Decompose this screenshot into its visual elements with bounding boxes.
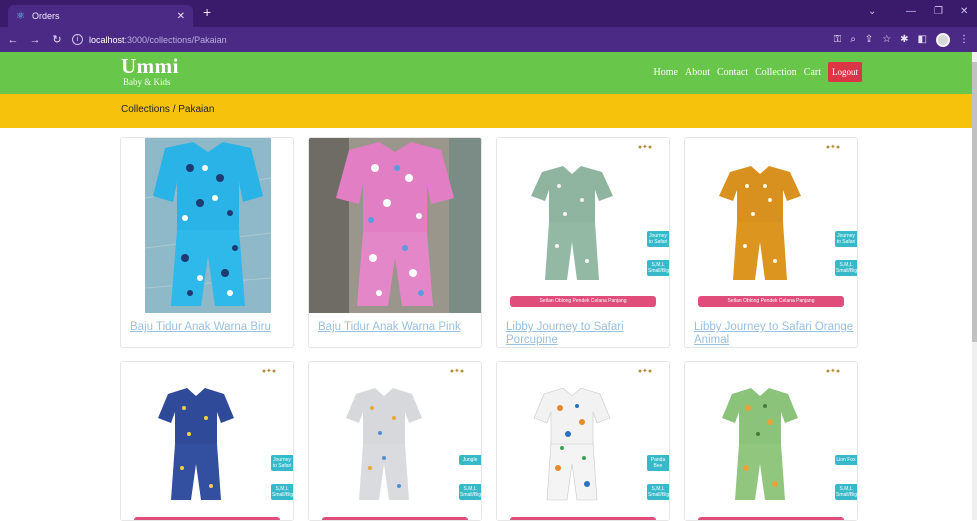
product-title-link[interactable]: Baju Tidur Anak Warna Pink (318, 321, 461, 334)
tab-search-icon[interactable]: ⌄ (868, 6, 876, 17)
profile-avatar[interactable] (936, 32, 950, 47)
product-ribbon (510, 517, 656, 520)
reload-icon[interactable]: ↻ (48, 33, 66, 46)
product-ribbon (698, 517, 844, 520)
url-host: localhost (89, 34, 125, 45)
sidepanel-icon[interactable]: ◧ (918, 34, 927, 45)
product-image[interactable]: ●✦● Journey to Safari S,M,L Small/Big (121, 362, 294, 520)
size-tag: S,M,L Small/Big (835, 260, 858, 276)
series-tag: Lion Fox (835, 455, 857, 465)
zoom-icon[interactable]: ⌕ (850, 34, 856, 45)
series-tag: Panda Bee (647, 455, 669, 471)
product-ribbon (322, 517, 468, 520)
browser-tab[interactable]: ⚛ Orders ✕ (8, 5, 193, 27)
brand-subtitle: Baby & Kids (123, 77, 171, 87)
size-tag: S,M,L Small/Big (647, 484, 670, 500)
close-tab-icon[interactable]: ✕ (177, 11, 185, 22)
product-card[interactable]: Baju Tidur Anak Warna Biru (120, 137, 294, 348)
key-icon[interactable]: ⚿ (834, 34, 842, 45)
series-tag: Jungle (459, 455, 481, 465)
site-menu: Home About Contact Collection Cart Logou… (654, 62, 862, 82)
size-tag: S,M,L Small/Big (647, 260, 670, 276)
forward-icon[interactable]: → (26, 34, 44, 46)
bookmark-star-icon[interactable]: ☆ (882, 34, 891, 45)
product-card[interactable]: ●✦● Journey to Safari S,M,L Small/Big Se… (496, 137, 670, 348)
product-card[interactable]: Baju Tidur Anak Warna Pink (308, 137, 482, 348)
breadcrumb: Collections / Pakaian (121, 104, 215, 115)
brand-logo-icon: ●✦● (825, 368, 841, 375)
product-ribbon: Setlan Oblong Pendek Celana Panjang (510, 296, 656, 307)
brand-logo-icon: ●✦● (261, 368, 277, 375)
size-tag: S,M,L Small/Big (271, 484, 294, 500)
nav-collection[interactable]: Collection (755, 67, 797, 78)
product-card[interactable]: ●✦● Journey to Safari S,M,L Small/Big (120, 361, 294, 521)
series-tag: Journey to Safari (835, 231, 857, 247)
breadcrumb-bar: Collections / Pakaian (0, 94, 972, 128)
site-navbar: Ummi Baby & Kids Home About Contact Coll… (0, 52, 972, 94)
nav-contact[interactable]: Contact (717, 67, 748, 78)
product-card[interactable]: ●✦● Panda Bee S,M,L Small/Big (496, 361, 670, 521)
product-image[interactable]: ●✦● Panda Bee S,M,L Small/Big (497, 362, 670, 520)
extensions-icon[interactable]: ✱ (900, 34, 908, 45)
nav-cart[interactable]: Cart (804, 67, 821, 78)
browser-toolbar: ← → ↻ i localhost:3000/collections/Pakai… (0, 27, 977, 52)
restore-icon[interactable]: ❐ (934, 6, 943, 17)
logout-button[interactable]: Logout (828, 62, 862, 82)
brand-name: Ummi (121, 54, 179, 78)
product-image[interactable] (145, 138, 271, 313)
nav-about[interactable]: About (685, 67, 710, 78)
share-icon[interactable]: ⇪ (865, 34, 873, 45)
product-title-link[interactable]: Baju Tidur Anak Warna Biru (130, 321, 271, 334)
product-ribbon: Setlan Oblong Pendek Celana Panjang (698, 296, 844, 307)
brand-logo-icon: ●✦● (449, 368, 465, 375)
close-window-icon[interactable]: ✕ (960, 6, 968, 17)
series-tag: Journey to Safari (271, 455, 293, 471)
product-image[interactable]: ●✦● Jungle S,M,L Small/Big (309, 362, 482, 520)
product-card[interactable]: ●✦● Journey to Safari S,M,L Small/Big Se… (684, 137, 858, 348)
brand-logo-icon: ●✦● (637, 144, 653, 151)
scrollbar-thumb[interactable] (972, 62, 977, 342)
product-ribbon (134, 517, 280, 520)
nav-home[interactable]: Home (654, 67, 678, 78)
product-title-link[interactable]: Libby Journey to Safari Porcupine (506, 321, 669, 347)
back-icon[interactable]: ← (4, 34, 22, 46)
menu-kebab-icon[interactable]: ⋮ (959, 34, 969, 45)
size-tag: S,M,L Small/Big (459, 484, 482, 500)
url-path: :3000/collections/Pakaian (124, 34, 227, 45)
new-tab-icon[interactable]: + (203, 4, 211, 20)
brand-logo-icon: ●✦● (637, 368, 653, 375)
address-field[interactable]: i localhost:3000/collections/Pakaian (72, 34, 227, 45)
browser-tabbar: ⚛ Orders ✕ + ⌄ — ❐ ✕ (0, 0, 977, 27)
series-tag: Journey to Safari (647, 231, 669, 247)
product-image[interactable]: ●✦● Lion Fox S,M,L Small/Big (685, 362, 858, 520)
product-card[interactable]: ●✦● Jungle S,M,L Small/Big (308, 361, 482, 521)
site-brand[interactable]: Ummi Baby & Kids (121, 54, 179, 88)
tab-title: Orders (31, 11, 60, 21)
minimize-icon[interactable]: — (906, 6, 916, 17)
brand-logo-icon: ●✦● (825, 144, 841, 151)
product-image[interactable]: ●✦● Journey to Safari S,M,L Small/Big Se… (497, 138, 669, 313)
info-icon[interactable]: i (72, 34, 83, 45)
product-title-link[interactable]: Libby Journey to Safari Orange Animal (694, 321, 857, 347)
product-image[interactable] (309, 138, 481, 313)
react-icon: ⚛ (16, 10, 25, 22)
size-tag: S,M,L Small/Big (835, 484, 858, 500)
product-image[interactable]: ●✦● Journey to Safari S,M,L Small/Big Se… (685, 138, 857, 313)
product-card[interactable]: ●✦● Lion Fox S,M,L Small/Big (684, 361, 858, 521)
